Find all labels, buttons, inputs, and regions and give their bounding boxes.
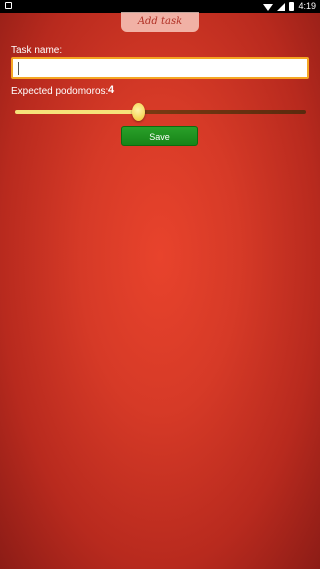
expected-pomodoros-label: Expected podomoros: (11, 86, 109, 97)
notification-icon (5, 2, 12, 9)
wifi-icon (263, 3, 274, 11)
text-caret (18, 62, 19, 75)
save-button[interactable]: Save (121, 126, 198, 146)
expected-pomodoros-value: 4 (108, 84, 115, 96)
signal-icon (277, 2, 286, 11)
pomodoro-slider-track[interactable] (15, 110, 306, 114)
status-bar-right: 4:19 (263, 1, 316, 12)
task-name-label: Task name: (11, 45, 63, 56)
battery-icon (289, 2, 295, 11)
task-name-input[interactable] (11, 57, 309, 79)
pomodoro-slider-thumb[interactable] (132, 103, 145, 121)
status-time: 4:19 (298, 1, 316, 11)
add-task-tab[interactable]: Add task (121, 12, 199, 32)
